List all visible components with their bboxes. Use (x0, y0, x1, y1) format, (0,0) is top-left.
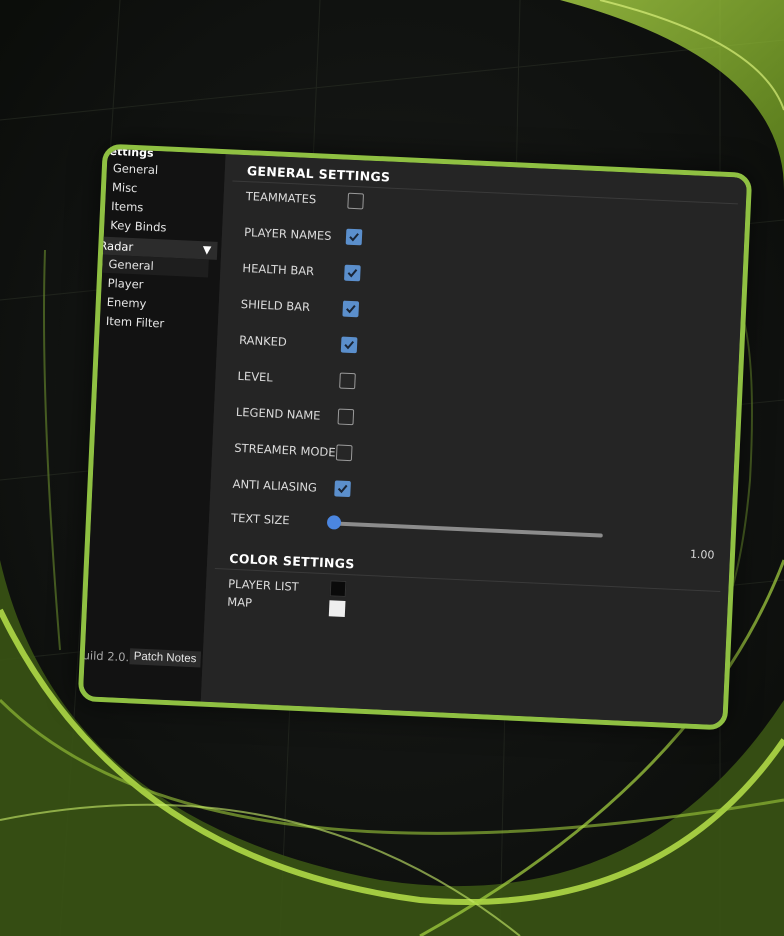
check-icon (347, 269, 358, 278)
text-size-label: TEXT SIZE (230, 510, 290, 528)
streamer-mode-label: STREAMER MODE (234, 440, 336, 460)
level-checkbox[interactable] (339, 372, 356, 390)
text-size-value: 1.00 (689, 547, 715, 562)
sidebar-subitem-item-filter[interactable]: Item Filter (106, 314, 165, 331)
chevron-down-icon: ▼ (202, 243, 212, 257)
sidebar-item-key-binds[interactable]: Key Binds (110, 218, 167, 235)
check-icon (346, 304, 356, 314)
player-list-label: PLAYER LIST (227, 576, 300, 594)
teammates-label: TEAMMATES (245, 189, 317, 207)
settings-content: GENERAL SETTINGS TEAMMATES PLAYER NAMES … (200, 154, 748, 726)
legend-name-label: LEGEND NAME (235, 404, 321, 423)
player-names-label: PLAYER NAMES (243, 225, 332, 243)
player-names-checkbox[interactable] (345, 228, 363, 246)
player-list-color-swatch[interactable] (329, 580, 347, 598)
health-bar-checkbox[interactable] (344, 264, 361, 282)
sidebar-title: Settings (101, 144, 154, 160)
sidebar-item-items[interactable]: Items (111, 199, 144, 214)
build-version: Build 2.0.0 (77, 647, 137, 665)
check-icon (349, 233, 359, 242)
sidebar-radar-label: Radar (99, 238, 134, 255)
level-label: LEVEL (237, 368, 274, 385)
text-size-slider-thumb[interactable] (326, 515, 342, 530)
sidebar-item-misc[interactable]: Misc (112, 180, 138, 195)
sidebar-subitem-enemy[interactable]: Enemy (106, 295, 146, 311)
anti-aliasing-label: ANTI ALIASING (232, 476, 318, 495)
sidebar-subitem-player[interactable]: Player (107, 276, 143, 292)
anti-aliasing-checkbox[interactable] (334, 480, 351, 498)
ranked-label: RANKED (238, 332, 288, 350)
shield-bar-label: SHIELD BAR (240, 296, 311, 315)
check-icon (337, 484, 348, 494)
text-size-slider-track[interactable] (332, 521, 603, 538)
check-icon (344, 340, 355, 350)
legend-name-checkbox[interactable] (337, 408, 355, 426)
teammates-checkbox[interactable] (347, 192, 364, 210)
map-color-swatch[interactable] (328, 600, 346, 617)
map-label: MAP (227, 594, 253, 610)
ranked-checkbox[interactable] (340, 336, 358, 354)
shield-bar-checkbox[interactable] (342, 300, 360, 318)
settings-window: Settings General Misc Items Key Binds Ra… (77, 143, 753, 731)
color-settings-title: COLOR SETTINGS (228, 550, 355, 572)
sidebar-subitem-general[interactable]: General (108, 257, 154, 273)
streamer-mode-checkbox[interactable] (335, 444, 353, 462)
sidebar-item-general[interactable]: General (113, 161, 159, 177)
patch-notes-button[interactable]: Patch Notes (129, 648, 201, 668)
health-bar-label: HEALTH BAR (242, 261, 315, 279)
